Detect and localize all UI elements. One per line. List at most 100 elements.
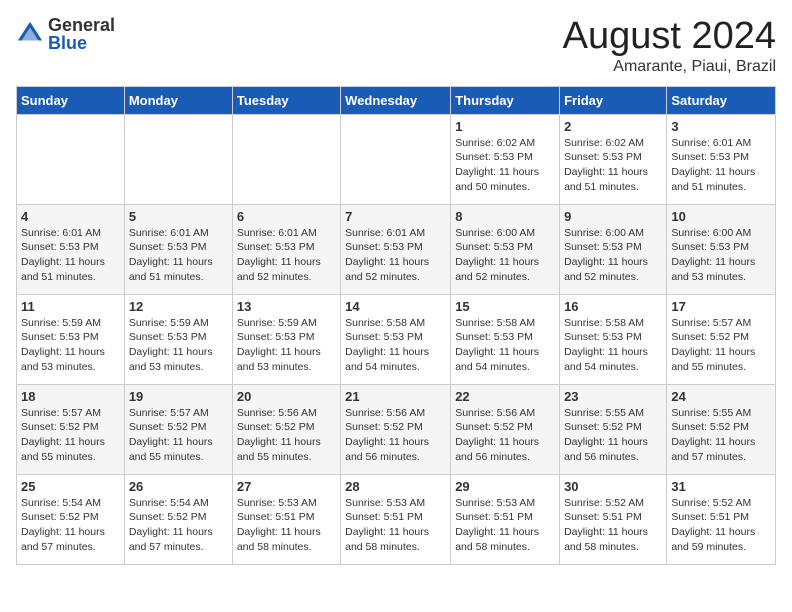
- day-info: Sunrise: 5:54 AMSunset: 5:52 PMDaylight:…: [21, 496, 120, 555]
- day-number: 16: [564, 299, 662, 314]
- day-cell: 19 Sunrise: 5:57 AMSunset: 5:52 PMDayligh…: [124, 384, 232, 474]
- day-number: 14: [345, 299, 446, 314]
- day-cell: 18 Sunrise: 5:57 AMSunset: 5:52 PMDayligh…: [17, 384, 125, 474]
- day-cell: 6 Sunrise: 6:01 AMSunset: 5:53 PMDaylight…: [232, 204, 340, 294]
- week-row-2: 4Sunrise: 6:01 AMSunset: 5:53 PMDaylight…: [17, 204, 776, 294]
- day-cell: 29 Sunrise: 5:53 AMSunset: 5:51 PMDayligh…: [451, 474, 560, 564]
- day-header-thursday: Thursday: [451, 86, 560, 114]
- day-number: 8: [455, 209, 555, 224]
- day-number: 7: [345, 209, 446, 224]
- day-info: Sunrise: 5:53 AMSunset: 5:51 PMDaylight:…: [237, 496, 336, 555]
- logo: General Blue: [16, 16, 115, 52]
- day-info: Sunrise: 5:56 AMSunset: 5:52 PMDaylight:…: [455, 406, 555, 465]
- day-number: 6: [237, 209, 336, 224]
- day-cell: 5 Sunrise: 6:01 AMSunset: 5:53 PMDaylight…: [124, 204, 232, 294]
- day-cell: 22 Sunrise: 5:56 AMSunset: 5:52 PMDayligh…: [451, 384, 560, 474]
- day-cell: 1 Sunrise: 6:02 AMSunset: 5:53 PMDaylight…: [451, 114, 560, 204]
- day-number: 15: [455, 299, 555, 314]
- day-info: Sunrise: 6:00 AMSunset: 5:53 PMDaylight:…: [455, 226, 555, 285]
- day-info: Sunrise: 5:55 AMSunset: 5:52 PMDaylight:…: [671, 406, 771, 465]
- day-number: 1: [455, 119, 555, 134]
- day-info: Sunrise: 5:57 AMSunset: 5:52 PMDaylight:…: [21, 406, 120, 465]
- day-cell: 3 Sunrise: 6:01 AMSunset: 5:53 PMDaylight…: [667, 114, 776, 204]
- day-number: 2: [564, 119, 662, 134]
- day-number: 21: [345, 389, 446, 404]
- days-header-row: SundayMondayTuesdayWednesdayThursdayFrid…: [17, 86, 776, 114]
- calendar-title: August 2024: [563, 16, 776, 58]
- day-cell: [341, 114, 451, 204]
- day-number: 23: [564, 389, 662, 404]
- day-info: Sunrise: 5:58 AMSunset: 5:53 PMDaylight:…: [455, 316, 555, 375]
- logo-icon: [16, 20, 44, 48]
- day-info: Sunrise: 5:56 AMSunset: 5:52 PMDaylight:…: [345, 406, 446, 465]
- day-cell: [17, 114, 125, 204]
- day-info: Sunrise: 5:53 AMSunset: 5:51 PMDaylight:…: [455, 496, 555, 555]
- day-info: Sunrise: 6:01 AMSunset: 5:53 PMDaylight:…: [237, 226, 336, 285]
- day-header-wednesday: Wednesday: [341, 86, 451, 114]
- day-number: 13: [237, 299, 336, 314]
- day-info: Sunrise: 5:59 AMSunset: 5:53 PMDaylight:…: [129, 316, 228, 375]
- day-header-monday: Monday: [124, 86, 232, 114]
- logo-blue: Blue: [48, 34, 115, 52]
- day-info: Sunrise: 5:52 AMSunset: 5:51 PMDaylight:…: [564, 496, 662, 555]
- day-info: Sunrise: 6:02 AMSunset: 5:53 PMDaylight:…: [564, 136, 662, 195]
- day-info: Sunrise: 5:57 AMSunset: 5:52 PMDaylight:…: [671, 316, 771, 375]
- week-row-4: 18 Sunrise: 5:57 AMSunset: 5:52 PMDayligh…: [17, 384, 776, 474]
- day-cell: 13 Sunrise: 5:59 AMSunset: 5:53 PMDayligh…: [232, 294, 340, 384]
- day-number: 29: [455, 479, 555, 494]
- day-cell: 15 Sunrise: 5:58 AMSunset: 5:53 PMDayligh…: [451, 294, 560, 384]
- day-header-friday: Friday: [560, 86, 667, 114]
- day-info: Sunrise: 6:02 AMSunset: 5:53 PMDaylight:…: [455, 136, 555, 195]
- day-number: 22: [455, 389, 555, 404]
- day-cell: 16 Sunrise: 5:58 AMSunset: 5:53 PMDayligh…: [560, 294, 667, 384]
- day-number: 24: [671, 389, 771, 404]
- day-cell: 31Sunrise: 5:52 AMSunset: 5:51 PMDayligh…: [667, 474, 776, 564]
- day-cell: 25Sunrise: 5:54 AMSunset: 5:52 PMDayligh…: [17, 474, 125, 564]
- day-info: Sunrise: 5:55 AMSunset: 5:52 PMDaylight:…: [564, 406, 662, 465]
- day-cell: 20Sunrise: 5:56 AMSunset: 5:52 PMDayligh…: [232, 384, 340, 474]
- day-number: 27: [237, 479, 336, 494]
- day-header-sunday: Sunday: [17, 86, 125, 114]
- day-info: Sunrise: 5:52 AMSunset: 5:51 PMDaylight:…: [671, 496, 771, 555]
- day-info: Sunrise: 6:01 AMSunset: 5:53 PMDaylight:…: [21, 226, 120, 285]
- title-area: August 2024 Amarante, Piaui, Brazil: [563, 16, 776, 76]
- day-cell: 21 Sunrise: 5:56 AMSunset: 5:52 PMDayligh…: [341, 384, 451, 474]
- day-cell: 9Sunrise: 6:00 AMSunset: 5:53 PMDaylight…: [560, 204, 667, 294]
- day-number: 12: [129, 299, 228, 314]
- day-info: Sunrise: 6:00 AMSunset: 5:53 PMDaylight:…: [671, 226, 771, 285]
- day-info: Sunrise: 5:59 AMSunset: 5:53 PMDaylight:…: [21, 316, 120, 375]
- day-info: Sunrise: 5:59 AMSunset: 5:53 PMDaylight:…: [237, 316, 336, 375]
- day-cell: 10Sunrise: 6:00 AMSunset: 5:53 PMDayligh…: [667, 204, 776, 294]
- week-row-3: 11 Sunrise: 5:59 AMSunset: 5:53 PMDayligh…: [17, 294, 776, 384]
- day-number: 19: [129, 389, 228, 404]
- calendar-subtitle: Amarante, Piaui, Brazil: [563, 58, 776, 76]
- day-cell: 23 Sunrise: 5:55 AMSunset: 5:52 PMDayligh…: [560, 384, 667, 474]
- day-number: 30: [564, 479, 662, 494]
- week-row-1: 1 Sunrise: 6:02 AMSunset: 5:53 PMDaylight…: [17, 114, 776, 204]
- day-info: Sunrise: 5:53 AMSunset: 5:51 PMDaylight:…: [345, 496, 446, 555]
- day-cell: 2 Sunrise: 6:02 AMSunset: 5:53 PMDaylight…: [560, 114, 667, 204]
- day-number: 18: [21, 389, 120, 404]
- day-cell: 27 Sunrise: 5:53 AMSunset: 5:51 PMDayligh…: [232, 474, 340, 564]
- day-number: 11: [21, 299, 120, 314]
- day-cell: 30 Sunrise: 5:52 AMSunset: 5:51 PMDayligh…: [560, 474, 667, 564]
- day-number: 26: [129, 479, 228, 494]
- calendar-table: SundayMondayTuesdayWednesdayThursdayFrid…: [16, 86, 776, 565]
- day-info: Sunrise: 6:01 AMSunset: 5:53 PMDaylight:…: [671, 136, 771, 195]
- day-number: 17: [671, 299, 771, 314]
- day-cell: 7Sunrise: 6:01 AMSunset: 5:53 PMDaylight…: [341, 204, 451, 294]
- day-info: Sunrise: 5:58 AMSunset: 5:53 PMDaylight:…: [564, 316, 662, 375]
- day-info: Sunrise: 5:54 AMSunset: 5:52 PMDaylight:…: [129, 496, 228, 555]
- day-cell: 17 Sunrise: 5:57 AMSunset: 5:52 PMDayligh…: [667, 294, 776, 384]
- day-cell: 11 Sunrise: 5:59 AMSunset: 5:53 PMDayligh…: [17, 294, 125, 384]
- day-cell: 26 Sunrise: 5:54 AMSunset: 5:52 PMDayligh…: [124, 474, 232, 564]
- day-number: 3: [671, 119, 771, 134]
- day-info: Sunrise: 6:01 AMSunset: 5:53 PMDaylight:…: [129, 226, 228, 285]
- day-number: 28: [345, 479, 446, 494]
- day-cell: 14 Sunrise: 5:58 AMSunset: 5:53 PMDayligh…: [341, 294, 451, 384]
- day-header-tuesday: Tuesday: [232, 86, 340, 114]
- day-info: Sunrise: 5:57 AMSunset: 5:52 PMDaylight:…: [129, 406, 228, 465]
- day-info: Sunrise: 5:58 AMSunset: 5:53 PMDaylight:…: [345, 316, 446, 375]
- day-number: 5: [129, 209, 228, 224]
- week-row-5: 25Sunrise: 5:54 AMSunset: 5:52 PMDayligh…: [17, 474, 776, 564]
